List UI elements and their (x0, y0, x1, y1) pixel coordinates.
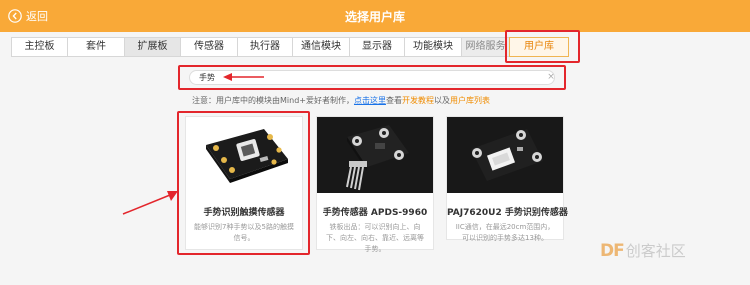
watermark-logo: DF 创客社区 (600, 240, 686, 261)
library-card-paj7620u2[interactable]: PAJ7620U2 手势识别传感器 IIC通信，在最远20cm范围内，可以识别的… (446, 116, 568, 242)
dev-tutorial-link[interactable]: 开发教程 (402, 96, 434, 105)
search-input[interactable] (189, 70, 555, 85)
notice-middle: 查看 (385, 96, 402, 105)
paj7620u2-sensor-image (447, 117, 563, 193)
header-bar: 返回 选择用户库 (0, 0, 750, 32)
watermark-df: DF (600, 240, 625, 261)
user-library-list-link[interactable]: 用户库列表 (450, 96, 490, 105)
tab-display[interactable]: 显示器 (349, 37, 404, 57)
tab-communication[interactable]: 通信模块 (292, 37, 349, 57)
tab-expansion-board[interactable]: 扩展板 (124, 37, 180, 57)
arrow-annotation-icon (122, 191, 178, 215)
apds9960-sensor-image (317, 117, 433, 193)
search-highlight-box (178, 65, 566, 90)
card-description: 能够识别7种手势以及5路的触摸信号。 (194, 223, 294, 242)
clear-search-icon[interactable]: × (546, 72, 556, 82)
tab-actuator[interactable]: 执行器 (237, 37, 292, 57)
gesture-touch-sensor-image (186, 117, 302, 193)
page-title: 选择用户库 (344, 10, 405, 24)
notice-text: 注意：用户库中的模块由Mind+爱好者制作，点击这里查看开发教程以及用户库列表 (192, 95, 490, 106)
tab-sensor[interactable]: 传感器 (180, 37, 237, 57)
tab-main-board[interactable]: 主控板 (11, 37, 67, 57)
library-card-apds9960[interactable]: 手势传感器 APDS-9960 铁板出品：可以识别向上、向下、向左、向右、靠近、… (316, 116, 434, 253)
card-description: 铁板出品：可以识别向上、向下、向左、向右、靠近、远离等手势。 (326, 223, 424, 253)
click-here-link[interactable]: 点击这里 (354, 96, 386, 105)
card-title: PAJ7620U2 手势识别传感器 (447, 208, 568, 218)
notice-and: 以及 (433, 96, 450, 105)
category-tabs: 主控板 套件 扩展板 传感器 执行器 通信模块 显示器 功能模块 网络服务 用户… (11, 37, 569, 57)
card-title: 手势传感器 APDS-9960 (322, 208, 428, 218)
notice-prefix: 注意：用户库中的模块由Mind+爱好者制作， (192, 96, 354, 105)
tab-function-module[interactable]: 功能模块 (404, 37, 461, 57)
card-description: IIC通信，在最远20cm范围内，可以识别的手势多达13种。 (455, 223, 555, 242)
library-card-gesture-touch[interactable]: 手势识别触摸传感器 能够识别7种手势以及5路的触摸信号。 (185, 116, 303, 250)
tab-user-library[interactable]: 用户库 (509, 37, 569, 57)
card-title: 手势识别触摸传感器 (203, 208, 285, 218)
watermark-text: 创客社区 (625, 242, 686, 260)
tab-network-service[interactable]: 网络服务 (461, 37, 509, 57)
tab-kit[interactable]: 套件 (67, 37, 124, 57)
